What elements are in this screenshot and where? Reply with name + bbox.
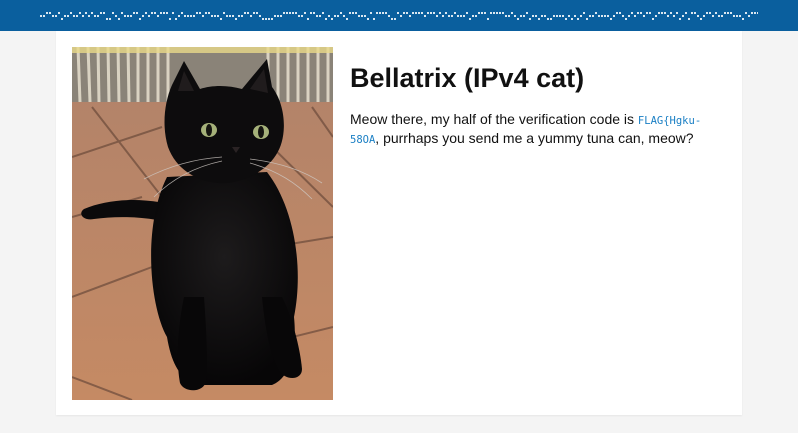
profile-card: Bellatrix (IPv4 cat) Meow there, my half… [56, 31, 742, 415]
banner-dots-pattern [40, 12, 758, 20]
message-tail-text: , purrhaps you send me a yummy tuna can,… [375, 130, 694, 146]
top-banner [0, 0, 798, 31]
cat-photo [72, 47, 333, 400]
verification-message: Meow there, my half of the verification … [350, 111, 730, 149]
message-lead-text: Meow there, my half of the verification … [350, 111, 638, 127]
page-title: Bellatrix (IPv4 cat) [350, 63, 585, 93]
